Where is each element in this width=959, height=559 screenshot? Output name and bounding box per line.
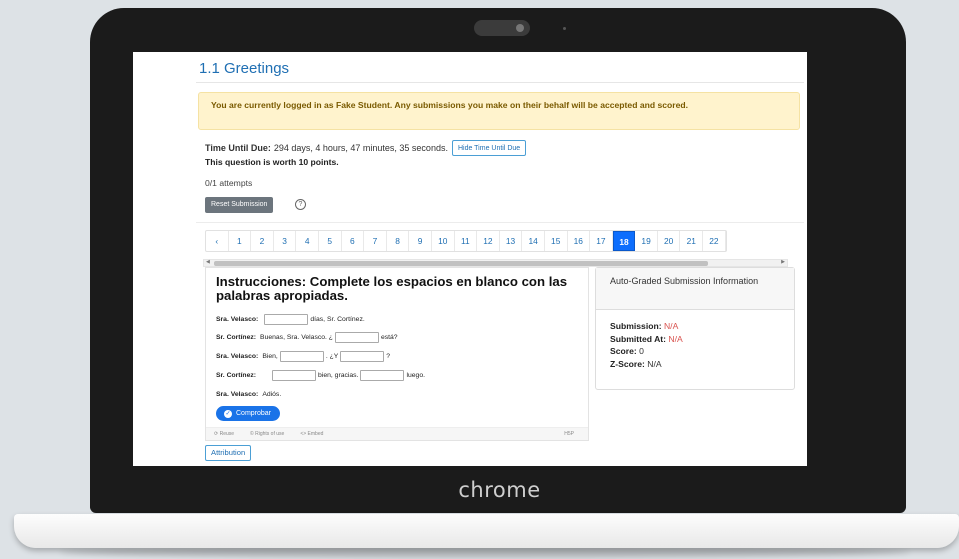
page-link-19[interactable]: 19 [635, 231, 658, 251]
speaker: Sra. Velasco: [216, 390, 259, 398]
exercise-footer: ⟳ Reuse © Rights of use <> Embed H5P [206, 427, 588, 440]
blank-input[interactable] [360, 369, 405, 381]
dialogue-text: días, Sr. Cortínez. [310, 315, 365, 323]
speaker: Sr. Cortínez: [216, 371, 257, 379]
speaker: Sra. Velasco: [216, 352, 259, 360]
laptop-base [14, 514, 959, 548]
zscore-row: Z-Score: N/A [610, 358, 662, 369]
page-link-8[interactable]: 8 [387, 231, 410, 251]
page-link-22[interactable]: 22 [703, 231, 726, 251]
check-button[interactable]: ✓ Comprobar [216, 406, 281, 421]
title-divider [196, 82, 804, 83]
page-link-18[interactable]: 18 [612, 231, 636, 251]
scroll-right-icon[interactable]: ▶ [781, 259, 785, 265]
page-link-21[interactable]: 21 [680, 231, 704, 251]
reuse-link[interactable]: ⟳ Reuse [214, 431, 242, 437]
dialogue-text: luego. [406, 371, 425, 379]
webcam-light [563, 27, 566, 30]
chrome-logo: chrome [458, 478, 541, 502]
score-value: 0 [639, 346, 644, 356]
submitted-at-value: N/A [668, 333, 683, 344]
horizontal-scrollbar[interactable]: ◀ ▶ [203, 259, 788, 267]
page-title: 1.1 Greetings [199, 60, 290, 77]
scroll-left-icon[interactable]: ◀ [206, 259, 210, 265]
page-link-1[interactable]: 1 [229, 231, 252, 251]
zscore-value: N/A [647, 358, 662, 369]
dialogue-text: ? [386, 352, 391, 360]
dialogue-text: está? [380, 333, 398, 341]
score-row: Score: 0 [610, 346, 644, 356]
page-link-12[interactable]: 12 [477, 231, 500, 251]
blank-input[interactable] [334, 331, 379, 343]
page-link-4[interactable]: 4 [296, 231, 319, 251]
speaker: Sra. Velasco: [216, 315, 259, 323]
due-label: Time Until Due: [205, 142, 271, 153]
hide-time-until-due-button[interactable]: Hide Time Until Due [451, 139, 527, 156]
points-worth: This question is worth 10 points. [205, 157, 339, 167]
page-content: 1.1 Greetings You are currently logged i… [196, 52, 806, 466]
check-icon: ✓ [224, 409, 232, 418]
submission-value: N/A [663, 321, 679, 331]
dialogue-text: Buenas, Sra. Velasco. ¿ [260, 333, 333, 341]
dialogue-text: Bien, [262, 352, 278, 360]
page-link-17[interactable]: 17 [590, 231, 613, 251]
card-body: Submission: N/A Submitted At: N/A Score:… [596, 310, 794, 380]
pagination-prev[interactable]: ‹ [206, 231, 229, 251]
submitted-at-row: Submitted At: N/A [610, 333, 683, 344]
check-button-label: Comprobar [236, 410, 272, 417]
submission-info-card: Auto-Graded Submission Information Submi… [595, 267, 795, 390]
help-icon[interactable]: ? [295, 199, 306, 210]
card-heading: Auto-Graded Submission Information [596, 268, 794, 310]
scrollbar-thumb[interactable] [214, 261, 708, 266]
page-link-10[interactable]: 10 [432, 231, 455, 251]
reset-submission-button[interactable]: Reset Submission [205, 197, 274, 213]
laptop-screen: 1.1 Greetings You are currently logged i… [133, 52, 807, 466]
submission-row: Submission: N/A [610, 321, 679, 331]
page-link-5[interactable]: 5 [319, 231, 342, 251]
blank-input[interactable] [279, 350, 324, 362]
exercise-instructions: Instrucciones: Complete los espacios en … [216, 274, 568, 303]
page-link-20[interactable]: 20 [658, 231, 681, 251]
embed-link[interactable]: <> Embed [300, 431, 331, 437]
dialogue-text: . ¿Y [325, 352, 339, 360]
page-link-15[interactable]: 15 [545, 231, 568, 251]
page-link-14[interactable]: 14 [522, 231, 545, 251]
attribution-button[interactable]: Attribution [205, 445, 252, 461]
dialogue-line: Sra. Velasco: Adiós. [216, 388, 281, 400]
section-divider [196, 222, 804, 223]
dialogue-line: Sr. Cortínez: bien, gracias. luego. [216, 369, 425, 381]
question-pagination: ‹ 1 2 3 4 5 6 7 8 9 10 11 12 13 14 15 16 17 18 19 20 21 22 [205, 230, 727, 252]
dialogue-line: Sr. Cortínez: Buenas, Sra. Velasco. ¿ es… [216, 331, 398, 343]
page-link-9[interactable]: 9 [409, 231, 432, 251]
time-until-due: Time Until Due: 294 days, 4 hours, 47 mi… [205, 139, 527, 156]
h5p-logo[interactable]: H5P [564, 431, 574, 437]
dialogue-line: Sra. Velasco: Bien, . ¿Y ? [216, 350, 390, 362]
blank-input[interactable] [272, 369, 317, 381]
page-link-3[interactable]: 3 [274, 231, 297, 251]
blank-input[interactable] [340, 350, 385, 362]
impersonation-alert: You are currently logged in as Fake Stud… [198, 92, 800, 130]
page-link-2[interactable]: 2 [251, 231, 274, 251]
rights-of-use-link[interactable]: © Rights of use [250, 431, 292, 437]
dialogue-text: Adiós. [262, 390, 282, 398]
blank-input[interactable] [264, 313, 309, 325]
page-link-7[interactable]: 7 [364, 231, 387, 251]
page-link-6[interactable]: 6 [342, 231, 365, 251]
page-link-16[interactable]: 16 [568, 231, 591, 251]
speaker: Sr. Cortínez: [216, 333, 257, 341]
webcam-icon [516, 24, 524, 32]
h5p-exercise: Instrucciones: Complete los espacios en … [205, 267, 589, 441]
page-link-13[interactable]: 13 [500, 231, 523, 251]
dialogue-text: bien, gracias. [318, 371, 359, 379]
dialogue-line: Sra. Velasco: días, Sr. Cortínez. [216, 313, 365, 325]
attempts-count: 0/1 attempts [205, 178, 253, 188]
page-link-11[interactable]: 11 [455, 231, 478, 251]
due-value: 294 days, 4 hours, 47 minutes, 35 second… [273, 142, 448, 153]
